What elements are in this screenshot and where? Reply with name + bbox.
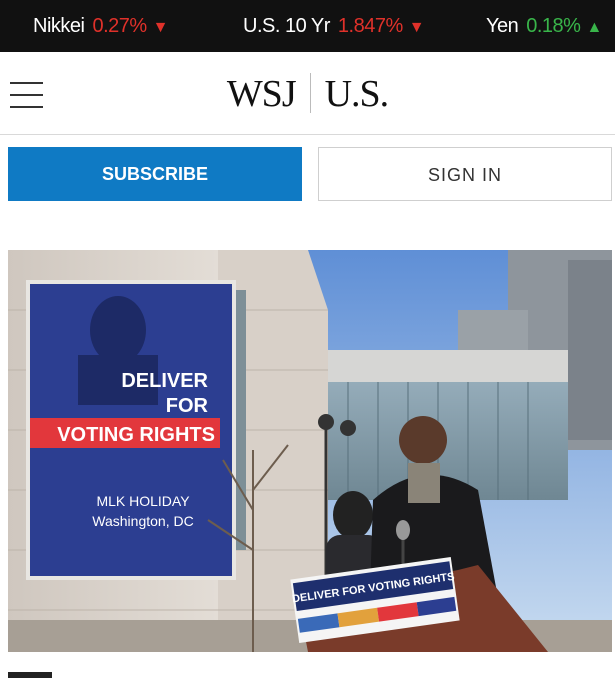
headline-text-partial [8, 662, 608, 678]
ticker-name: Yen [486, 15, 519, 37]
ticker-value: 0.27% [92, 15, 147, 37]
subscribe-button[interactable]: SUBSCRIBE [8, 147, 302, 201]
market-ticker-bar: Nikkei 0.27% ▼ U.S. 10 Yr 1.847% ▼ Yen 0.18% ▲ [0, 0, 615, 52]
triangle-up-icon: ▲ [586, 19, 602, 36]
hero-photo[interactable]: DELIVER FOR VOTING RIGHTS MLK HOLIDAY Wa… [8, 250, 612, 652]
ticker-value: 0.18% [526, 15, 581, 37]
ticker-item-yen[interactable]: Yen 0.18% ▲ [486, 13, 602, 39]
ticker-item-nikkei[interactable]: Nikkei 0.27% ▼ [33, 13, 169, 39]
ticker-value: 1.847% [337, 15, 403, 37]
brand-name: WSJ [226, 73, 297, 115]
ticker-name: Nikkei [33, 15, 85, 37]
sign-in-button[interactable]: SIGN IN [318, 147, 612, 201]
triangle-down-icon: ▼ [152, 19, 169, 36]
banner-line-3: VOTING RIGHTS [57, 424, 215, 446]
triangle-down-icon: ▼ [408, 19, 425, 36]
edition-name: U.S. [324, 73, 390, 115]
ticker-item-us-10yr[interactable]: U.S. 10 Yr 1.847% ▼ [243, 13, 425, 39]
banner-place: Washington, DC [92, 513, 193, 529]
logo-divider [309, 73, 311, 114]
ticker-name: U.S. 10 Yr [243, 15, 330, 37]
banner-line-2: FOR [166, 395, 209, 417]
banner-event: MLK HOLIDAY [96, 493, 190, 509]
banner-line-1: DELIVER [121, 370, 208, 392]
site-header: WSJ U.S. [0, 52, 615, 135]
site-logo[interactable]: WSJ U.S. [0, 72, 615, 117]
